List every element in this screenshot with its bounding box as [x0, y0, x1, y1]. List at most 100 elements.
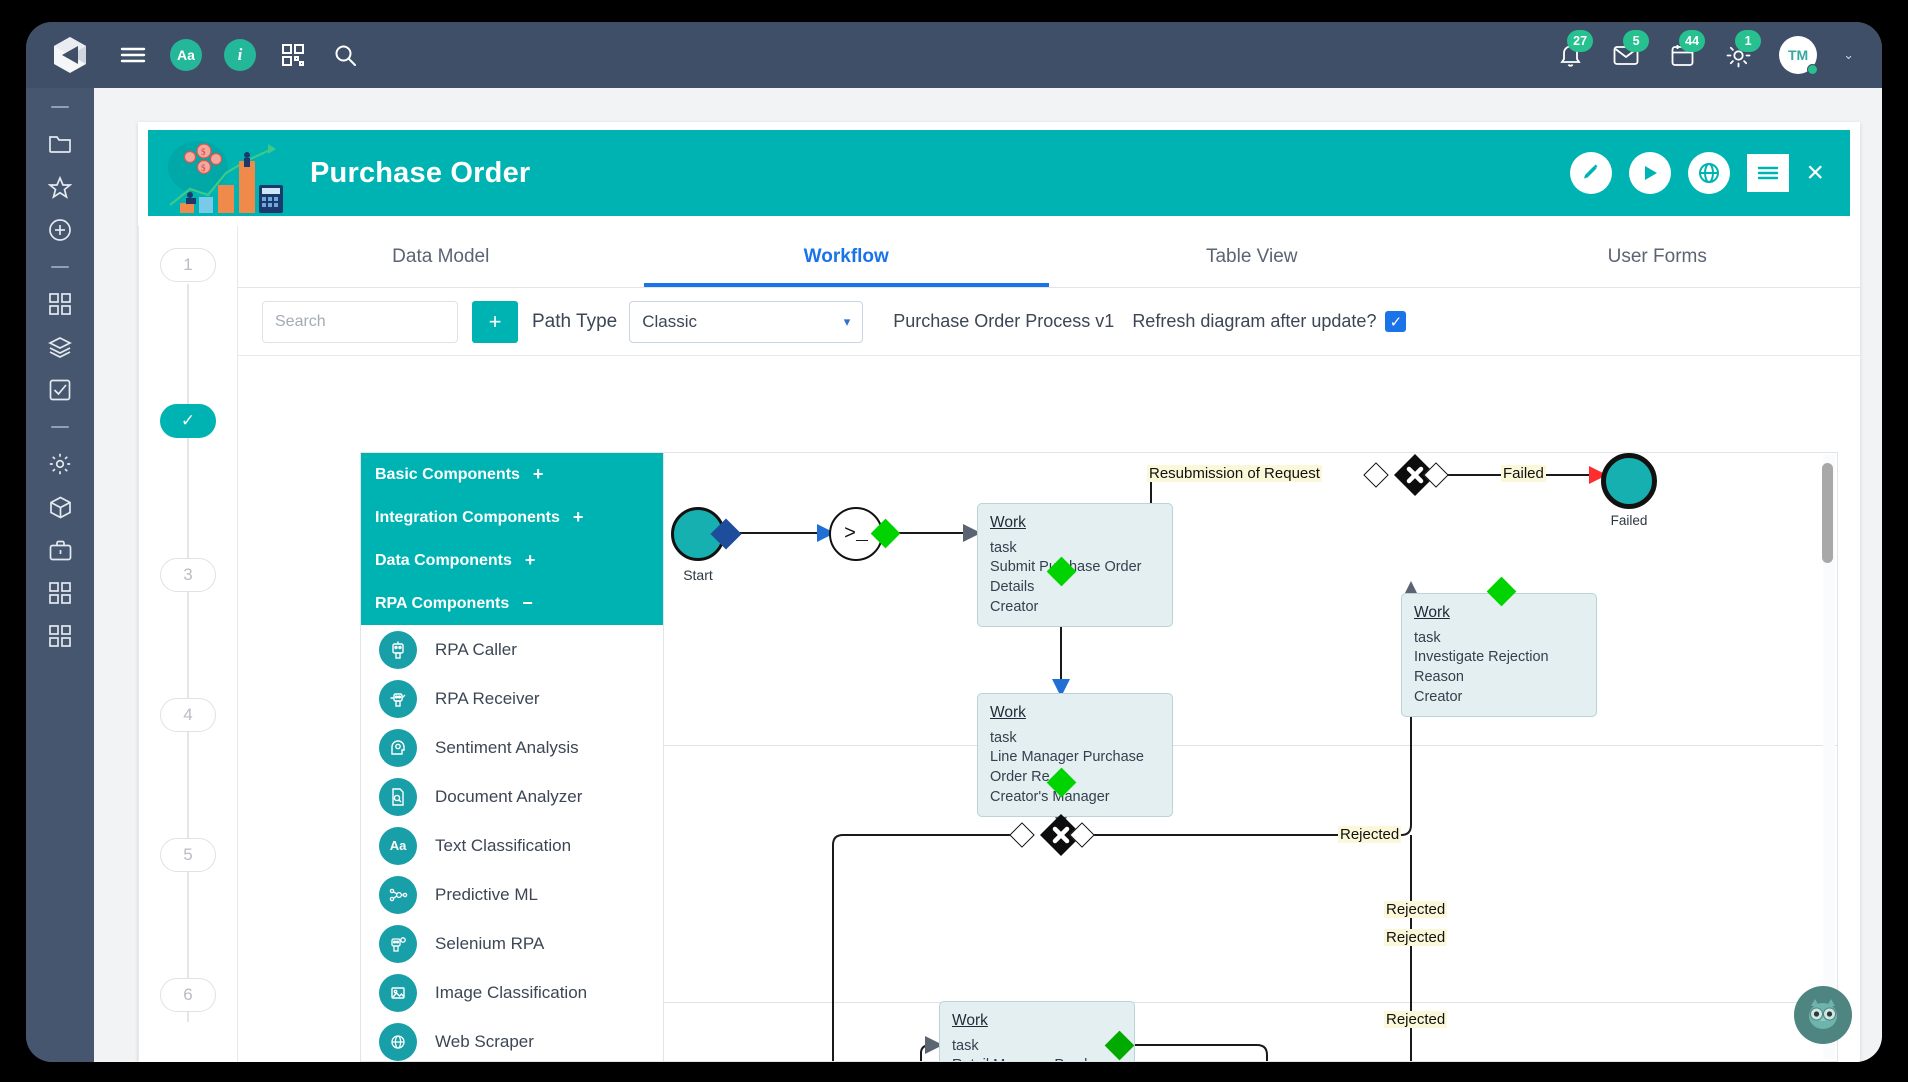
step-label: 4 [183, 705, 193, 724]
palette-item-text-classification[interactable]: Aa Text Classification [361, 821, 663, 870]
step-2-done[interactable]: ✓ [160, 404, 216, 438]
tab-user-forms[interactable]: User Forms [1455, 226, 1861, 287]
layers-icon[interactable] [47, 334, 73, 360]
avatar[interactable]: TM [1779, 36, 1819, 75]
checkbox-icon[interactable] [47, 377, 73, 403]
node-role: Creator [990, 598, 1039, 615]
expand-icon[interactable]: + [573, 507, 584, 528]
component-palette[interactable]: Basic Components + Integration Component… [360, 452, 664, 1062]
notifications-button[interactable]: 27 [1555, 30, 1594, 70]
step-label: 5 [183, 845, 193, 864]
star-icon[interactable] [47, 174, 73, 200]
document-search-icon [379, 777, 417, 816]
task-submit-node[interactable]: Work task Submit Purchase Order Details … [977, 503, 1173, 628]
grid-icon-3[interactable] [47, 623, 73, 649]
qr-code-icon[interactable] [278, 40, 308, 70]
calendar-button[interactable]: 44 [1667, 30, 1706, 70]
step-3[interactable]: 3 [160, 558, 216, 592]
palette-group-title: Integration Components [375, 508, 560, 526]
edit-button[interactable] [1570, 152, 1613, 194]
globe-button[interactable] [1688, 152, 1731, 194]
box-icon[interactable] [47, 494, 73, 520]
info-button[interactable]: i [224, 39, 256, 71]
gear-icon[interactable] [47, 451, 73, 477]
run-button[interactable] [1629, 152, 1672, 194]
online-status-dot [1807, 64, 1819, 75]
owl-assistant-button[interactable] [1794, 986, 1852, 1044]
palette-group-rpa[interactable]: RPA Components − [361, 582, 663, 625]
palette-group-data[interactable]: Data Components + [361, 539, 663, 582]
palette-item-sentiment-analysis[interactable]: Sentiment Analysis [361, 723, 663, 772]
step-1[interactable]: 1 [160, 248, 216, 282]
page-banner: $ $ Purchase Order × [148, 130, 1850, 216]
path-type-select[interactable]: Classic ▾ [629, 300, 864, 343]
theme-badge: 1 [1735, 30, 1762, 52]
tab-data-model[interactable]: Data Model [238, 226, 644, 287]
node-kind: task [990, 729, 1017, 746]
svg-text:$: $ [201, 147, 206, 157]
palette-group-integration[interactable]: Integration Components + [361, 496, 663, 539]
collapse-icon[interactable]: − [522, 593, 533, 614]
theme-button[interactable]: 1 [1723, 30, 1762, 70]
palette-item-image-classification[interactable]: Image Classification [361, 968, 663, 1017]
canvas-scrollbar[interactable] [1822, 455, 1835, 1059]
add-component-button[interactable]: + [472, 300, 518, 343]
edge-label-rejected-1: Rejected [1338, 826, 1402, 843]
plus-circle-icon[interactable] [47, 217, 73, 243]
list-button[interactable] [1747, 154, 1790, 192]
script-node-label: >_ [843, 522, 868, 546]
folder-icon[interactable] [47, 131, 73, 157]
step-4[interactable]: 4 [160, 698, 216, 732]
tab-table-view[interactable]: Table View [1049, 226, 1455, 287]
node-role: Creator [1414, 688, 1463, 705]
notifications-badge: 27 [1567, 30, 1594, 52]
ml-network-icon [379, 875, 417, 914]
palette-item-rpa-receiver[interactable]: RPA Receiver [361, 674, 663, 723]
node-desc: Investigate Rejection Reason [1414, 649, 1549, 686]
edge-label-rejected-4: Rejected [1384, 1011, 1448, 1028]
canvas-scroll-thumb[interactable] [1822, 463, 1833, 563]
tab-workflow[interactable]: Workflow [643, 226, 1050, 287]
search-icon[interactable] [330, 40, 360, 70]
search-input[interactable] [275, 312, 482, 331]
font-size-button[interactable]: Aa [170, 39, 202, 71]
font-size-label: Aa [177, 47, 195, 63]
palette-item-predictive-ml[interactable]: Predictive ML [361, 870, 663, 919]
node-role: Creator's Manager [990, 788, 1110, 805]
task-investigate-node[interactable]: Work task Investigate Rejection Reason C… [1401, 593, 1597, 718]
palette-item-document-analyzer[interactable]: Document Analyzer [361, 772, 663, 821]
briefcase-icon[interactable] [47, 537, 73, 563]
close-button[interactable]: × [1806, 158, 1824, 188]
palette-item-label: RPA Caller [435, 639, 517, 659]
expand-icon[interactable]: + [525, 550, 536, 571]
grid-icon-2[interactable] [47, 580, 73, 606]
banner-illustration: $ $ [164, 133, 288, 213]
rail-divider-2 [51, 266, 69, 268]
hamburger-menu-icon[interactable] [118, 40, 148, 70]
search-box[interactable] [262, 300, 500, 343]
node-title: Work [990, 514, 1026, 531]
expand-icon[interactable]: + [533, 464, 544, 485]
avatar-initials: TM [1787, 47, 1809, 63]
palette-group-basic[interactable]: Basic Components + [361, 453, 663, 496]
chevron-down-icon[interactable]: ⌄ [1843, 47, 1854, 63]
node-kind: task [952, 1037, 979, 1054]
grid-icon[interactable] [47, 291, 73, 317]
palette-item-selenium-rpa[interactable]: Selenium RPA [361, 919, 663, 968]
end-failed-node[interactable] [1601, 453, 1657, 509]
refresh-checkbox[interactable]: ✓ [1385, 311, 1407, 332]
palette-item-label: Image Classification [435, 982, 588, 1002]
tab-label: Table View [1205, 245, 1298, 267]
node-desc: Submit Purchase Order Details [990, 559, 1142, 596]
palette-item-rpa-caller[interactable]: RPA Caller [361, 625, 663, 674]
mail-button[interactable]: 5 [1611, 30, 1650, 70]
task-line-manager-node[interactable]: Work task Line Manager Purchase Order Re… [977, 693, 1173, 818]
palette-item-label: RPA Receiver [435, 688, 540, 708]
refresh-label: Refresh diagram after update? [1132, 311, 1377, 331]
task-retail-manager-node[interactable]: Work task Retail Manager Purchase Order … [939, 1001, 1135, 1061]
app-logo[interactable] [48, 33, 92, 77]
palette-item-web-scraper[interactable]: Web Scraper [361, 1017, 663, 1061]
step-label: 6 [183, 985, 193, 1004]
step-6[interactable]: 6 [160, 978, 216, 1012]
step-5[interactable]: 5 [160, 838, 216, 872]
